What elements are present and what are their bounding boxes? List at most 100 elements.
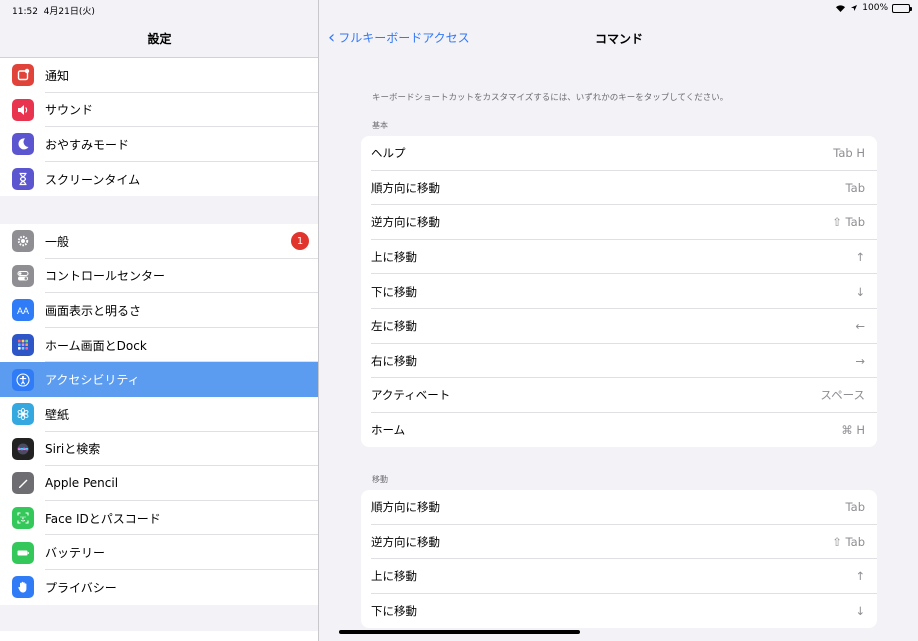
- command-shortcut: →: [855, 353, 865, 368]
- flower-icon: [12, 403, 34, 426]
- command-shortcut: Tab: [845, 180, 865, 195]
- command-shortcut: ⇧ Tab: [832, 215, 865, 230]
- sidebar-group-3: [0, 631, 318, 641]
- command-label: 右に移動: [371, 353, 417, 368]
- bell-badge-icon: [12, 64, 34, 87]
- sidebar-item-label: ホーム画面とDock: [45, 338, 147, 353]
- accessibility-icon: [12, 368, 34, 391]
- sidebar-item-label: おやすみモード: [45, 137, 130, 152]
- sidebar-item[interactable]: Apple Pencil: [0, 466, 318, 501]
- sidebar-item-label: バッテリー: [45, 546, 106, 561]
- sidebar-item-label: 一般: [45, 234, 70, 249]
- command-shortcut: ←: [855, 319, 865, 334]
- page-title: コマンド: [594, 32, 643, 46]
- home-indicator: [339, 630, 580, 634]
- sidebar-item[interactable]: アクセシビリティ: [0, 362, 318, 397]
- command-label: 上に移動: [371, 250, 417, 265]
- sidebar-item-label: サウンド: [45, 103, 94, 118]
- status-time: 11:52 4月21日(火): [12, 7, 95, 17]
- command-row[interactable]: 順方向に移動 Tab: [361, 490, 877, 525]
- sidebar-item[interactable]: 壁紙: [0, 397, 318, 432]
- toggles-icon: [12, 264, 34, 287]
- command-row[interactable]: 逆方向に移動 ⇧ Tab: [361, 525, 877, 560]
- command-label: 左に移動: [371, 319, 417, 334]
- command-label: 順方向に移動: [371, 500, 440, 515]
- sidebar-item-label: スクリーンタイム: [45, 172, 141, 187]
- commands-pane: ‹ フルキーボードアクセス コマンド キーボードショートカットをカスタマイズする…: [320, 0, 918, 641]
- command-label: ホーム: [371, 423, 406, 438]
- instruction-text: キーボードショートカットをカスタマイズするには、いずれかのキーをタップしてくださ…: [372, 93, 729, 103]
- section-header-basic: 基本: [372, 121, 388, 130]
- sidebar-group-1: 通知サウンドおやすみモード スクリーンタイム: [0, 58, 318, 197]
- command-label: 逆方向に移動: [371, 215, 440, 230]
- sidebar-item-label: Apple Pencil: [45, 476, 119, 491]
- battery-percent: 100%: [862, 3, 888, 13]
- face-id-icon: [12, 507, 34, 530]
- sidebar-item[interactable]: おやすみモード: [0, 127, 318, 162]
- command-row[interactable]: 逆方向に移動 ⇧ Tab: [361, 205, 877, 240]
- sidebar-item[interactable]: スクリーンタイム: [0, 162, 318, 197]
- sidebar-item-label: Face IDとパスコード: [45, 511, 161, 526]
- command-row[interactable]: 下に移動 ↓: [361, 274, 877, 309]
- command-label: アクティベート: [371, 388, 451, 403]
- command-row[interactable]: アクティベート スペース: [361, 378, 877, 413]
- siri-icon: [12, 437, 34, 460]
- sidebar-item-label: コントロールセンター: [45, 269, 166, 284]
- location-icon: [851, 5, 858, 11]
- command-shortcut: Tab H: [833, 146, 865, 161]
- command-row[interactable]: ヘルプ Tab H: [361, 136, 877, 171]
- sidebar-item[interactable]: ホーム画面とDock: [0, 328, 318, 363]
- command-shortcut: スペース: [820, 388, 865, 403]
- speaker-icon: [12, 98, 34, 121]
- sidebar-item[interactable]: コントロールセンター: [0, 259, 318, 294]
- sidebar-item[interactable]: サウンド: [0, 93, 318, 128]
- command-row[interactable]: 上に移動 ↑: [361, 240, 877, 275]
- command-row[interactable]: ホーム ⌘ H: [361, 413, 877, 448]
- command-shortcut: ⇧ Tab: [832, 534, 865, 549]
- sidebar-item[interactable]: バッテリー: [0, 535, 318, 570]
- command-row[interactable]: 右に移動 →: [361, 344, 877, 379]
- battery-icon: [892, 3, 912, 13]
- settings-sidebar: 設定 通知 サウンド おやすみモード スクリーンタイム 一般 1 コントロールセンター AA…: [0, 0, 319, 641]
- command-shortcut: ↓: [855, 604, 865, 619]
- sidebar-item-label: 画面表示と明るさ: [45, 303, 142, 318]
- sidebar-item-label: アクセシビリティ: [45, 373, 140, 388]
- section-header-move: 移動: [372, 475, 388, 484]
- sidebar-item[interactable]: プライバシー: [0, 570, 318, 605]
- command-label: 下に移動: [371, 604, 417, 619]
- sidebar-item[interactable]: 通知: [0, 58, 318, 93]
- command-label: 下に移動: [371, 284, 417, 299]
- command-label: ヘルプ: [371, 146, 406, 161]
- sidebar-item[interactable]: 一般 1: [0, 224, 318, 259]
- commands-card-move: 順方向に移動 Tab 逆方向に移動 ⇧ Tab 上に移動 ↑ 下に移動 ↓: [361, 490, 877, 629]
- text-size-icon: AA: [12, 299, 34, 322]
- command-shortcut: ↑: [855, 569, 865, 584]
- command-label: 逆方向に移動: [371, 534, 440, 549]
- app-grid-icon: [12, 334, 34, 357]
- command-shortcut: ⌘ H: [841, 423, 865, 438]
- sidebar-item[interactable]: Face IDとパスコード: [0, 501, 318, 536]
- sidebar-item[interactable]: Siriと検索: [0, 432, 318, 467]
- command-row[interactable]: 下に移動 ↓: [361, 594, 877, 629]
- gear-icon: [12, 230, 34, 253]
- svg-text:AA: AA: [17, 306, 29, 316]
- moon-icon: [12, 133, 34, 156]
- command-row[interactable]: 左に移動 ←: [361, 309, 877, 344]
- command-shortcut: ↑: [855, 250, 865, 265]
- hourglass-icon: [12, 168, 34, 191]
- sidebar-item-label: 壁紙: [45, 407, 70, 422]
- sidebar-group-2: 一般 1 コントロールセンター AA 画面表示と明るさ ホーム画面とDock アクセシビリテ…: [0, 224, 318, 605]
- hand-icon: [12, 576, 34, 599]
- commands-card-basic: ヘルプ Tab H 順方向に移動 Tab 逆方向に移動 ⇧ Tab 上に移動 ↑ 下に移動 ↓ 左に…: [361, 136, 877, 448]
- command-row[interactable]: 上に移動 ↑: [361, 559, 877, 594]
- pencil-icon: [12, 472, 34, 495]
- wifi-icon: [836, 4, 846, 12]
- battery-icon: [12, 541, 34, 564]
- command-label: 上に移動: [371, 569, 417, 584]
- status-right: 100%: [835, 3, 912, 13]
- sidebar-item[interactable]: AA 画面表示と明るさ: [0, 293, 318, 328]
- notification-badge: 1: [291, 232, 309, 251]
- sidebar-item-label: 通知: [45, 68, 70, 83]
- sidebar-item-label: Siriと検索: [45, 442, 101, 457]
- command-row[interactable]: 順方向に移動 Tab: [361, 171, 877, 206]
